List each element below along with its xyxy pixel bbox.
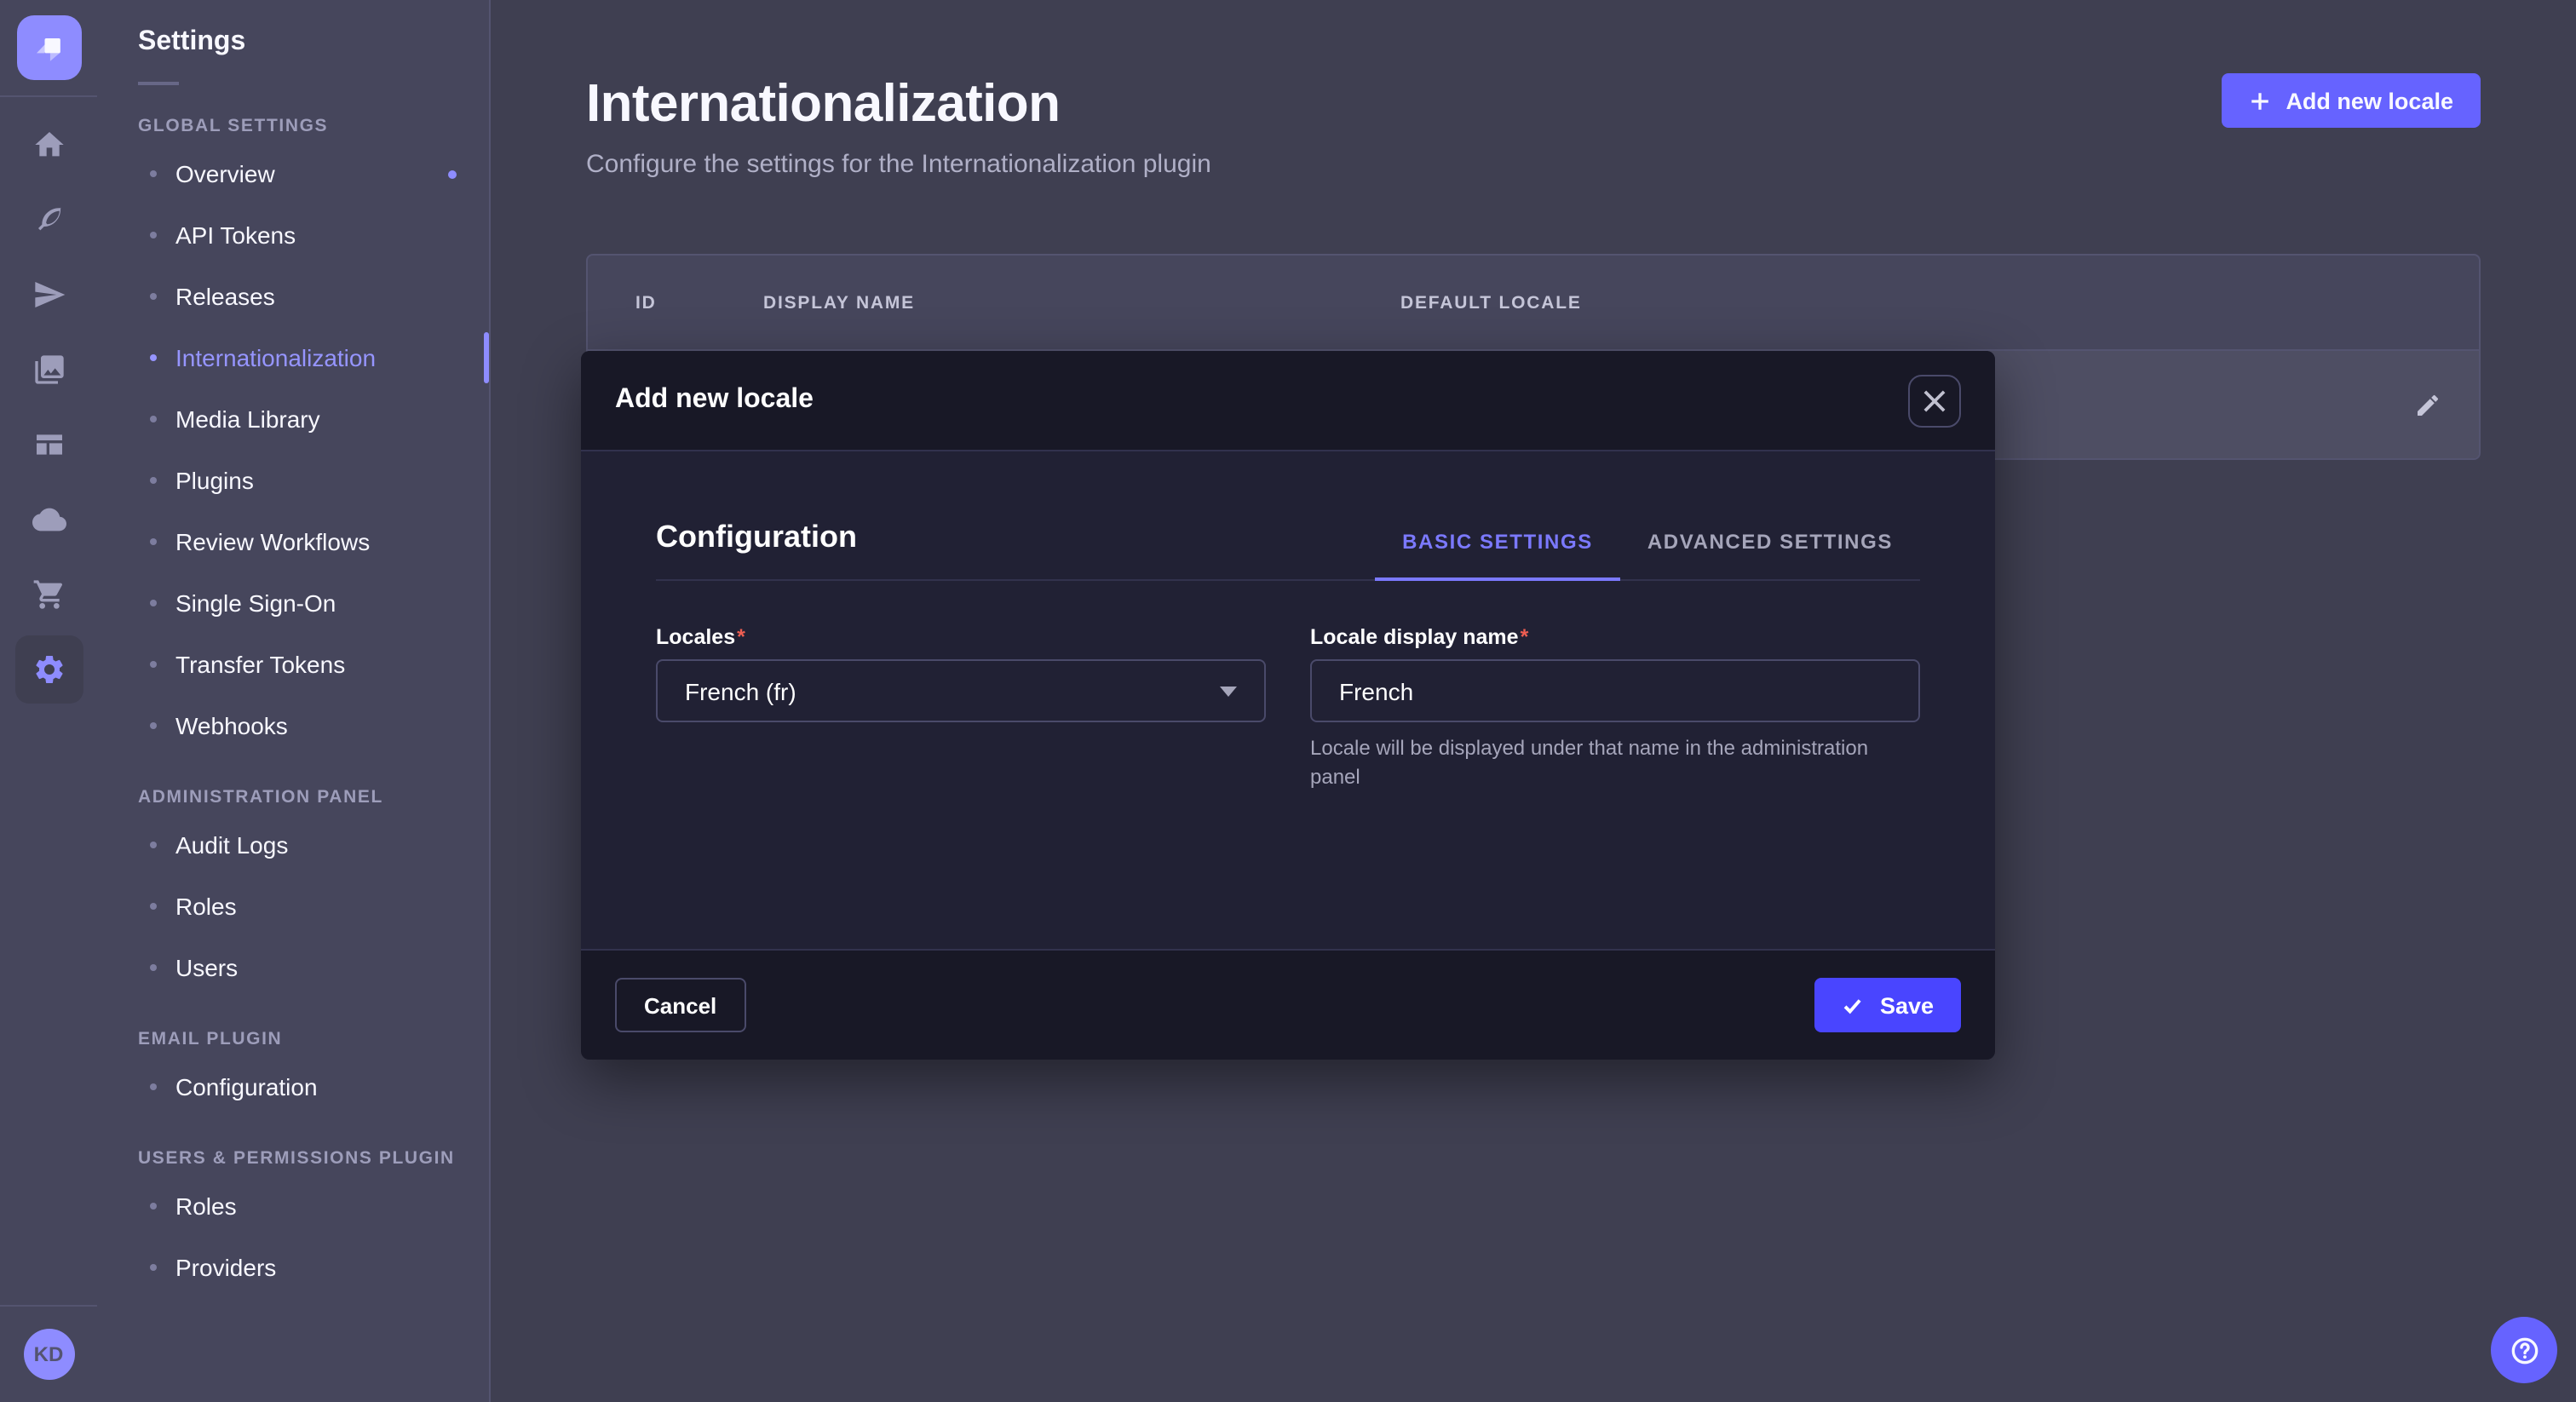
check-icon xyxy=(1843,994,1865,1016)
tab-advanced-settings[interactable]: ADVANCED SETTINGS xyxy=(1620,530,1920,581)
modal-header: Add new locale xyxy=(581,351,1995,451)
locales-label: Locales* xyxy=(656,625,1266,649)
display-name-hint: Locale will be displayed under that name… xyxy=(1310,734,1920,794)
close-icon[interactable] xyxy=(1908,374,1961,427)
strapi-settings-page: KD Settings GLOBAL SETTINGS Overview API… xyxy=(0,0,2576,1402)
cancel-button[interactable]: Cancel xyxy=(615,978,745,1032)
required-asterisk: * xyxy=(737,625,745,649)
display-name-label: Locale display name* xyxy=(1310,625,1920,649)
locales-field-group: Locales* French (fr) xyxy=(656,625,1266,794)
required-asterisk: * xyxy=(1521,625,1529,649)
chevron-down-icon xyxy=(1220,686,1237,696)
tab-basic-settings[interactable]: BASIC SETTINGS xyxy=(1375,530,1620,581)
save-button[interactable]: Save xyxy=(1815,978,1961,1032)
modal-body: Configuration BASIC SETTINGS ADVANCED SE… xyxy=(581,451,1995,949)
modal-footer: Cancel Save xyxy=(581,949,1995,1060)
display-name-input[interactable] xyxy=(1310,659,1920,722)
settings-tabs: BASIC SETTINGS ADVANCED SETTINGS xyxy=(1375,530,1920,579)
locales-select[interactable]: French (fr) xyxy=(656,659,1266,722)
configuration-heading: Configuration xyxy=(656,520,857,579)
add-new-locale-modal: Add new locale Configuration BASIC SETTI… xyxy=(581,351,1995,1060)
locales-select-value: French (fr) xyxy=(685,677,796,704)
modal-title: Add new locale xyxy=(615,385,814,416)
display-name-field-group: Locale display name* Locale will be disp… xyxy=(1310,625,1920,794)
